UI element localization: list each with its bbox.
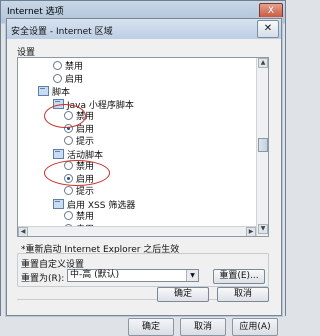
tree-row-label: 启用 bbox=[65, 74, 84, 85]
reset-button[interactable]: 重置(E)... bbox=[213, 269, 265, 284]
reset-level-value: 中-高 (默认) bbox=[70, 270, 120, 280]
tree-option[interactable]: 提示 bbox=[64, 136, 94, 147]
vertical-scrollbar[interactable]: ▲ ▼ bbox=[256, 58, 268, 236]
scroll-thumb[interactable] bbox=[258, 138, 268, 152]
radio-icon[interactable] bbox=[53, 61, 62, 70]
scroll-left-icon[interactable]: ◀ bbox=[18, 227, 28, 236]
tree-row-label: 启用 XSS 筛选器 bbox=[67, 200, 136, 211]
outer-ok-button[interactable]: 确定 bbox=[128, 318, 174, 336]
reset-level-select[interactable]: 中-高 (默认) ▼ bbox=[67, 269, 199, 282]
reset-to-label: 重置为(R): bbox=[21, 274, 65, 284]
tree-category[interactable]: 活动脚本 bbox=[53, 148, 104, 161]
radio-icon[interactable] bbox=[64, 136, 73, 145]
annotation-oval-active-scripting bbox=[44, 160, 110, 186]
tree-option[interactable]: 提示 bbox=[64, 186, 94, 197]
settings-tree[interactable]: 禁用 启用 脚本 Java 小程序脚本 禁用 启用 提示 活动脚本 禁用 启用 提示 启用 XSS 筛… bbox=[17, 57, 269, 237]
outer-apply-button[interactable]: 应用(A) bbox=[232, 318, 278, 336]
tree-row-label: 提示 bbox=[76, 137, 95, 147]
cancel-button[interactable]: 取消 bbox=[217, 287, 269, 302]
scroll-down-icon[interactable]: ▼ bbox=[258, 224, 268, 234]
tree-row-label: 禁用 bbox=[76, 212, 95, 222]
radio-icon[interactable] bbox=[53, 73, 62, 83]
chevron-down-icon[interactable]: ▼ bbox=[186, 270, 198, 281]
folder-settings-icon bbox=[53, 198, 64, 209]
dialog-title: 安全设置 - Internet 区域 bbox=[11, 27, 113, 37]
outer-window-title: Internet 选项 bbox=[7, 7, 64, 17]
dialog-close-button[interactable]: ✕ bbox=[257, 20, 279, 38]
tree-option[interactable]: 禁用 bbox=[64, 211, 94, 222]
tree-row-label: 脚本 bbox=[52, 88, 71, 98]
tree-category[interactable]: 启用 XSS 筛选器 bbox=[53, 198, 136, 211]
ok-button[interactable]: 确定 bbox=[157, 287, 209, 302]
tree-option[interactable]: 禁用 bbox=[53, 61, 83, 72]
tree-category[interactable]: 脚本 bbox=[38, 86, 71, 98]
outer-cancel-button[interactable]: 取消 bbox=[180, 318, 226, 336]
security-settings-dialog: 安全设置 - Internet 区域 ✕ 设置 禁用 启用 脚本 Java 小程序脚本… bbox=[6, 18, 282, 316]
tree-row-label: 活动脚本 bbox=[67, 150, 104, 161]
radio-icon[interactable] bbox=[64, 211, 73, 220]
horizontal-scrollbar[interactable]: ◀ ▶ bbox=[18, 226, 256, 236]
scroll-up-icon[interactable]: ▲ bbox=[258, 58, 268, 68]
tree-row-label: 禁用 bbox=[65, 62, 84, 72]
outer-close-button[interactable]: X bbox=[259, 3, 283, 19]
tree-row-label: 启用 bbox=[76, 124, 95, 135]
tree-row-label: 提示 bbox=[76, 187, 95, 197]
tree-option[interactable]: 启用 bbox=[53, 73, 84, 85]
folder-settings-icon bbox=[53, 148, 64, 159]
folder-settings-icon bbox=[38, 86, 49, 96]
radio-icon[interactable] bbox=[64, 186, 73, 195]
scroll-right-icon[interactable]: ▶ bbox=[246, 227, 256, 236]
annotation-oval-java bbox=[44, 104, 86, 128]
